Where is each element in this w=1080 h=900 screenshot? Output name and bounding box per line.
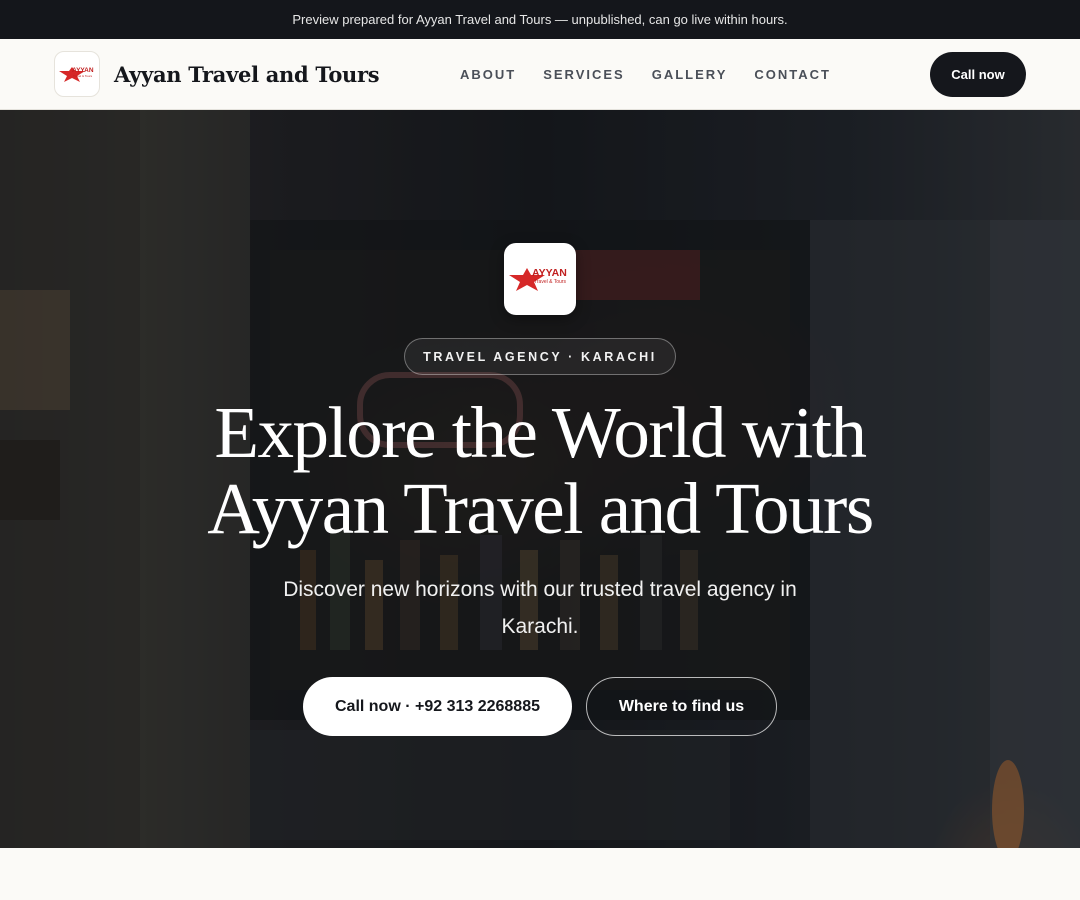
brand-logo: AYYAN Travel & Tours [54,51,100,97]
hero-section: AYYAN Travel & Tours TRAVEL AGENCY · KAR… [0,110,1080,848]
next-section [0,848,1080,900]
site-header: AYYAN Travel & Tours Ayyan Travel and To… [0,39,1080,110]
svg-text:AYYAN: AYYAN [532,267,567,279]
hero-headline: Explore the World with Ayyan Travel and … [207,392,874,549]
hero-content: AYYAN Travel & Tours TRAVEL AGENCY · KAR… [0,110,1080,848]
brand[interactable]: AYYAN Travel & Tours Ayyan Travel and To… [54,51,380,97]
nav-link-gallery[interactable]: GALLERY [652,67,728,82]
brand-name: Ayyan Travel and Tours [114,61,380,87]
hero-subheading: Discover new horizons with our trusted t… [283,578,797,638]
preview-banner: Preview prepared for Ayyan Travel and To… [0,0,1080,39]
svg-text:Travel & Tours: Travel & Tours [534,279,566,285]
hero-actions: Call now · +92 313 2268885 Where to find… [303,677,777,736]
nav-link-about[interactable]: ABOUT [460,67,516,82]
nav-link-services[interactable]: SERVICES [543,67,625,82]
star-logo-icon: AYYAN Travel & Tours [59,67,94,82]
hero-eyebrow-badge: TRAVEL AGENCY · KARACHI [404,338,676,375]
main-nav: ABOUT SERVICES GALLERY CONTACT [460,39,831,109]
svg-text:Travel & Tours: Travel & Tours [73,74,93,78]
preview-banner-text: Preview prepared for Ayyan Travel and To… [292,12,788,27]
svg-text:AYYAN: AYYAN [72,67,94,74]
hero-call-button[interactable]: Call now · +92 313 2268885 [303,677,572,736]
header-call-button[interactable]: Call now [930,52,1026,97]
star-logo-icon: AYYAN Travel & Tours [509,267,567,291]
hero-logo: AYYAN Travel & Tours [504,243,576,315]
nav-link-contact[interactable]: CONTACT [754,67,831,82]
find-us-button[interactable]: Where to find us [586,677,777,736]
